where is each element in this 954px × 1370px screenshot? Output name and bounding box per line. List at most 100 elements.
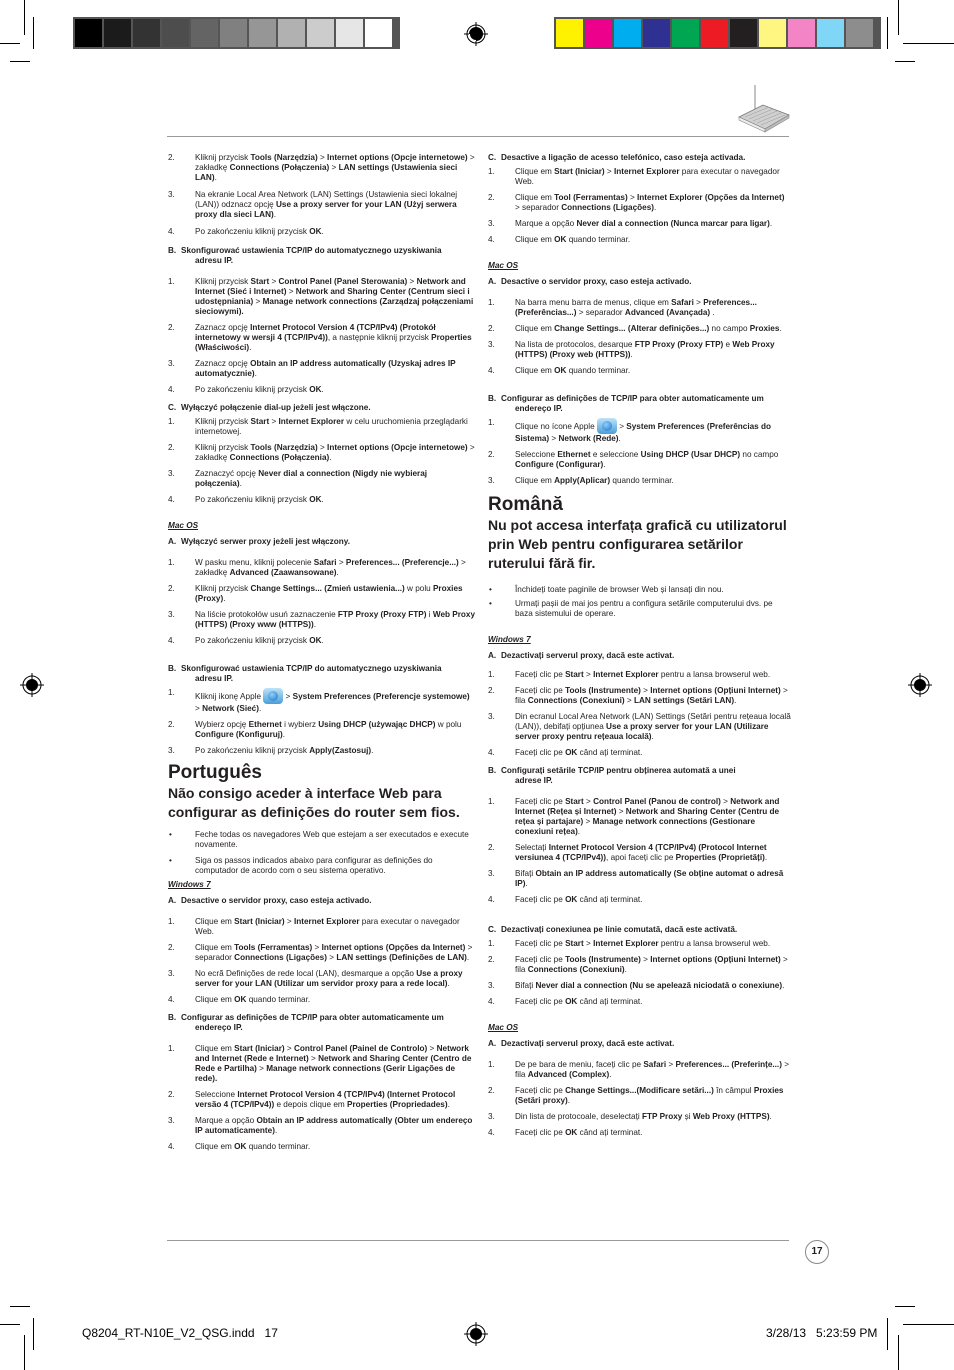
registration-target-icon bbox=[464, 22, 488, 46]
bullet-marker: • bbox=[169, 830, 172, 839]
step-number: 1. bbox=[168, 917, 175, 926]
section-letter: B. bbox=[488, 766, 497, 775]
section-letter: A. bbox=[488, 1039, 497, 1048]
os-label: Windows 7 bbox=[168, 880, 211, 889]
step-text: Faceți clic pe Change Settings...(Modifi… bbox=[515, 1086, 784, 1105]
step-number: 4. bbox=[168, 1142, 175, 1151]
color-swatch bbox=[278, 19, 305, 47]
step-text: Clique em OK quando terminar. bbox=[195, 1142, 311, 1151]
step-number: 4. bbox=[168, 495, 175, 504]
step-text: Marque a opção Obtain an IP address auto… bbox=[195, 1116, 473, 1135]
crop-mark bbox=[33, 17, 34, 49]
step-item: 4. Po zakończeniu kliknij przycisk OK. bbox=[168, 227, 476, 237]
section-heading-text: Configurar as definições de TCP/IP para … bbox=[181, 1013, 444, 1022]
step-item: 2. Faceți clic pe Tools (Instrumente) > I… bbox=[488, 955, 791, 975]
step-text: Na lista de protocolos, desarque FTP Pro… bbox=[515, 340, 775, 359]
step-item: 2. Kliknij przycisk Change Settings... (Z… bbox=[168, 584, 476, 604]
step-text: Faceți clic pe Start > Control Panel (Pa… bbox=[515, 797, 780, 836]
apple-logo-icon bbox=[596, 418, 617, 434]
step-number: 3. bbox=[488, 1112, 495, 1121]
section-heading-text: Dezactivați conexiunea pe linie comutată… bbox=[501, 925, 738, 934]
registration-target-icon bbox=[20, 673, 44, 697]
step-item: 2. Seleccione Internet Protocol Version 4… bbox=[168, 1090, 476, 1110]
step-number: 3. bbox=[168, 969, 175, 978]
step-item: 3. Bifați Never dial a connection (Nu se … bbox=[488, 981, 791, 991]
step-text: Zaznaczyć opcję Never dial a connection … bbox=[195, 469, 428, 488]
section-heading-text: Configurar as definições de TCP/IP para … bbox=[501, 394, 764, 403]
step-item: 4. Po zakończeniu kliknij przycisk OK. bbox=[168, 636, 476, 646]
crop-mark bbox=[24, 0, 25, 35]
color-swatch bbox=[672, 19, 699, 47]
step-text: Clique em Apply(Aplicar) quando terminar… bbox=[515, 476, 674, 485]
step-item: 4. Clique em OK quando terminar. bbox=[168, 995, 476, 1005]
step-text: Kliknij przycisk Tools (Narzędzia) > Int… bbox=[195, 443, 475, 462]
step-text: Din lista de protocoale, deselectați FTP… bbox=[515, 1112, 772, 1121]
step-item: 2. Clique em Tools (Ferramentas) > Intern… bbox=[168, 943, 476, 963]
crop-mark bbox=[10, 1306, 30, 1307]
step-text: Po zakończeniu kliknij przycisk OK. bbox=[195, 636, 324, 645]
color-swatch bbox=[162, 19, 189, 47]
footer-rule bbox=[167, 1240, 789, 1241]
step-text: Faceți clic pe OK când ați terminat. bbox=[515, 895, 643, 904]
section-heading: C. Desactive a ligação de acesso telefóni… bbox=[488, 153, 791, 163]
step-text: Bifați Obtain an IP address automaticall… bbox=[515, 869, 784, 888]
section-subheading: Não consigo aceder à interface Web para … bbox=[168, 785, 460, 820]
crop-mark bbox=[903, 43, 954, 44]
step-item: 4. Faceți clic pe OK când ați terminat. bbox=[488, 997, 791, 1007]
step-item: 1. W pasku menu, kliknij polecenie Safari… bbox=[168, 558, 476, 578]
step-number: 1. bbox=[488, 418, 495, 427]
slug-filename: Q8204_RT-N10E_V2_QSG.indd 17 bbox=[82, 1326, 278, 1340]
header-rule bbox=[167, 136, 789, 137]
step-number: 3. bbox=[488, 219, 495, 228]
grayscale-color-bar bbox=[73, 17, 400, 49]
right-column: C. Desactive a ligação de acesso telefóni… bbox=[488, 153, 791, 1138]
step-item: 4. Faceți clic pe OK când ați terminat. bbox=[488, 748, 791, 758]
step-number: 4. bbox=[488, 748, 495, 757]
step-text: Clique em OK quando terminar. bbox=[515, 366, 631, 375]
section-letter: A. bbox=[488, 277, 497, 286]
step-number: 2. bbox=[488, 1086, 495, 1095]
step-item: 1. Clique em Start (Iniciar) > Internet E… bbox=[168, 917, 476, 937]
step-number: 3. bbox=[488, 981, 495, 990]
step-number: 1. bbox=[488, 797, 495, 806]
color-swatch bbox=[75, 19, 102, 47]
section-heading-text: adresu IP. bbox=[195, 256, 234, 265]
crop-mark bbox=[903, 1324, 954, 1325]
step-text: Po zakończeniu kliknij przycisk OK. bbox=[195, 227, 324, 236]
crop-mark bbox=[898, 0, 899, 35]
section-heading-text: Skonfigurować ustawienia TCP/IP do autom… bbox=[181, 246, 442, 255]
step-item: 3. Marque a opção Obtain an IP address au… bbox=[168, 1116, 476, 1136]
step-text: Clique em Change Settings... (Alterar de… bbox=[515, 324, 782, 333]
section-letter: A. bbox=[168, 537, 177, 546]
section-heading-text: Wyłączyć połączenie dial-up jeżeli jest … bbox=[181, 403, 371, 412]
color-swatch bbox=[701, 19, 728, 47]
step-text: Clique no ícone Apple > System Preferenc… bbox=[515, 418, 771, 443]
step-item: 4. Po zakończeniu kliknij przycisk OK. bbox=[168, 495, 476, 505]
step-item: 1. Faceți clic pe Start > Internet Explor… bbox=[488, 670, 791, 680]
section-heading: B. Configurar as definições de TCP/IP par… bbox=[168, 1013, 476, 1033]
color-swatch bbox=[133, 19, 160, 47]
step-item: 2. Wybierz opcję Ethernet i wybierz Using… bbox=[168, 720, 476, 740]
crop-mark bbox=[33, 1318, 34, 1350]
step-text: Bifați Never dial a connection (Nu se ap… bbox=[515, 981, 785, 990]
crop-mark bbox=[895, 1306, 915, 1307]
color-swatch bbox=[585, 19, 612, 47]
step-item: 2. Selectați Internet Protocol Version 4 … bbox=[488, 843, 791, 863]
section-letter: C. bbox=[488, 153, 497, 162]
step-text: Po zakończeniu kliknij przycisk OK. bbox=[195, 385, 324, 394]
section-heading-text: Skonfigurować ustawienia TCP/IP do autom… bbox=[181, 664, 442, 673]
section-letter: A. bbox=[168, 896, 177, 905]
os-label: Windows 7 bbox=[488, 635, 531, 644]
step-item: 4. Clique em OK quando terminar. bbox=[168, 1142, 476, 1152]
step-text: Seleccione Internet Protocol Version 4 (… bbox=[195, 1090, 456, 1109]
step-text: Seleccione Ethernet e seleccione Using D… bbox=[515, 450, 779, 469]
step-item: 3. Po zakończeniu kliknij przycisk Apply(… bbox=[168, 746, 476, 756]
color-swatch bbox=[759, 19, 786, 47]
step-number: 1. bbox=[168, 1044, 175, 1053]
step-number: 1. bbox=[488, 939, 495, 948]
section-heading-text: endereço IP. bbox=[195, 1023, 243, 1032]
step-text: Închideți toate paginile de browser Web … bbox=[515, 585, 724, 594]
step-text: Na ekranie Local Area Network (LAN) Sett… bbox=[195, 190, 458, 219]
step-number: 4. bbox=[488, 366, 495, 375]
step-item: 4. Clique em OK quando terminar. bbox=[488, 235, 791, 245]
